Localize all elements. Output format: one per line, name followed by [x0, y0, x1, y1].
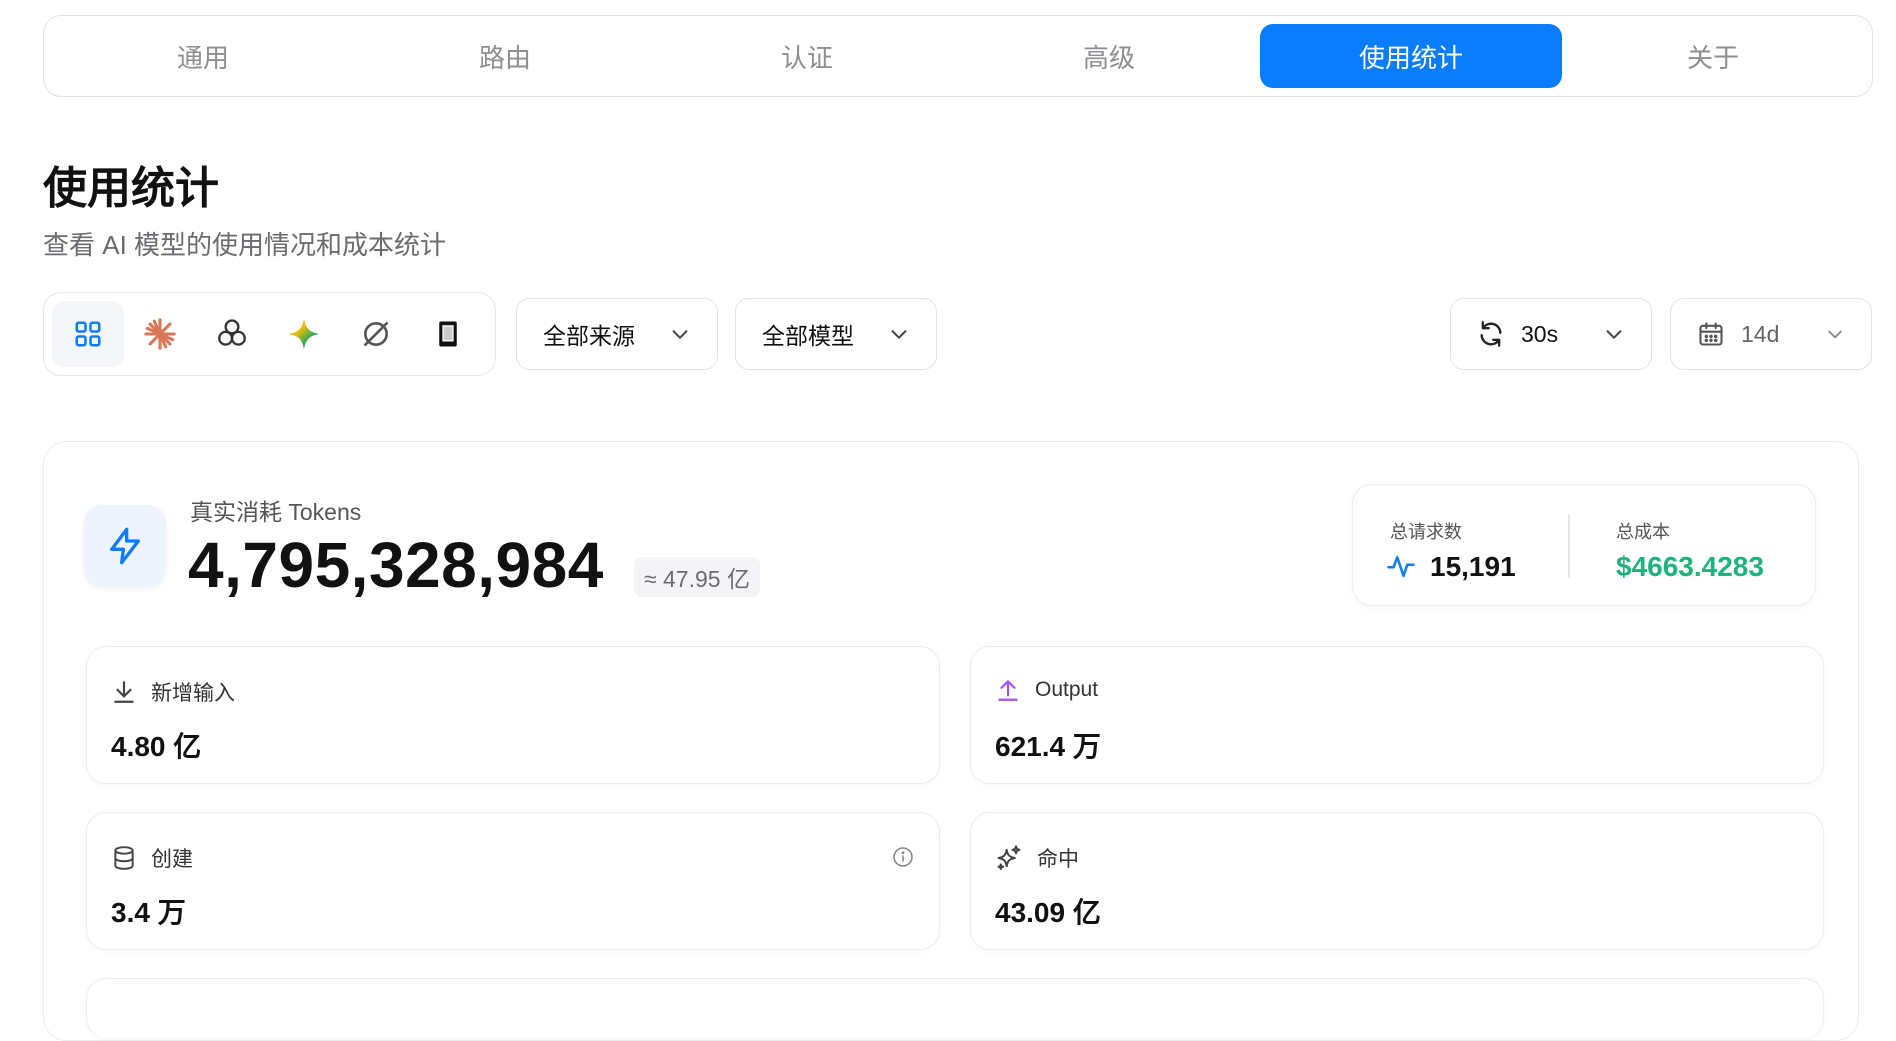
tab-about[interactable]: 关于 — [1562, 24, 1864, 88]
activity-icon — [1387, 556, 1415, 578]
provider-filter-group — [43, 292, 496, 376]
create-stat-card: 创建 3.4 万 — [86, 812, 940, 950]
claude-icon — [144, 318, 176, 350]
provider-device-button[interactable] — [412, 301, 484, 367]
settings-tabs: 通用 路由 认证 高级 使用统计 关于 — [43, 15, 1873, 97]
provider-other-button[interactable] — [340, 301, 412, 367]
phone-icon — [439, 321, 457, 347]
tab-auth[interactable]: 认证 — [656, 24, 958, 88]
cost-label: 总成本 — [1616, 522, 1670, 542]
openai-icon — [218, 319, 246, 346]
tab-routing[interactable]: 路由 — [354, 24, 656, 88]
chevron-down-icon — [891, 330, 907, 339]
refresh-interval-dropdown[interactable]: 30s — [1450, 298, 1652, 370]
tokens-value: 4,795,328,984 — [188, 529, 604, 601]
refresh-icon — [1480, 321, 1502, 347]
model-filter-value: 全部模型 — [762, 323, 854, 349]
source-filter-value: 全部来源 — [543, 323, 635, 349]
date-range-dropdown[interactable]: 14d — [1670, 298, 1872, 370]
output-label: Output — [1035, 678, 1099, 701]
cost-value: $4663.4283 — [1616, 551, 1764, 582]
create-label: 创建 — [151, 848, 193, 871]
gemini-icon — [288, 318, 320, 350]
hit-label: 命中 — [1037, 848, 1079, 871]
page-title: 使用统计 — [43, 164, 219, 213]
tokens-approx-badge: ≈ 47.95 亿 — [634, 557, 760, 597]
next-card — [86, 978, 1824, 1038]
chevron-down-icon — [1606, 330, 1622, 339]
calendar-icon — [1699, 322, 1723, 346]
upload-icon — [998, 680, 1018, 701]
provider-all-button[interactable] — [52, 301, 124, 367]
tokens-icon-box — [84, 505, 166, 587]
requests-label: 总请求数 — [1390, 522, 1462, 542]
summary-box — [1352, 484, 1816, 606]
requests-value: 15,191 — [1430, 551, 1516, 582]
tab-usage-stats[interactable]: 使用统计 — [1260, 24, 1562, 88]
provider-gemini-button[interactable] — [268, 301, 340, 367]
slash-circle-icon — [364, 322, 388, 346]
provider-claude-button[interactable] — [124, 301, 196, 367]
input-label: 新增输入 — [151, 682, 235, 705]
tab-advanced[interactable]: 高级 — [958, 24, 1260, 88]
lightning-icon — [110, 527, 140, 565]
hit-stat-card: 命中 43.09 亿 — [970, 812, 1824, 950]
tokens-label: 真实消耗 Tokens — [190, 499, 362, 525]
refresh-interval-value: 30s — [1521, 320, 1559, 347]
chevron-down-icon — [1828, 330, 1842, 339]
grid-icon — [75, 321, 101, 347]
sparkles-icon — [997, 845, 1021, 871]
summary-divider — [1568, 514, 1570, 578]
tab-general[interactable]: 通用 — [52, 24, 354, 88]
page-subtitle: 查看 AI 模型的使用情况和成本统计 — [43, 230, 447, 260]
provider-openai-button[interactable] — [196, 301, 268, 367]
output-stat-card: Output 621.4 万 — [970, 646, 1824, 784]
download-icon — [114, 681, 134, 703]
output-value: 621.4 万 — [995, 731, 1101, 762]
input-stat-card: 新增输入 4.80 亿 — [86, 646, 940, 784]
input-value: 4.80 亿 — [111, 731, 202, 762]
source-filter-dropdown[interactable]: 全部来源 — [516, 298, 718, 370]
chevron-down-icon — [672, 330, 688, 339]
database-icon — [114, 846, 134, 870]
create-value: 3.4 万 — [111, 897, 186, 928]
info-icon[interactable] — [891, 845, 915, 869]
model-filter-dropdown[interactable]: 全部模型 — [735, 298, 937, 370]
date-range-value: 14d — [1741, 320, 1780, 347]
hit-value: 43.09 亿 — [995, 897, 1101, 928]
